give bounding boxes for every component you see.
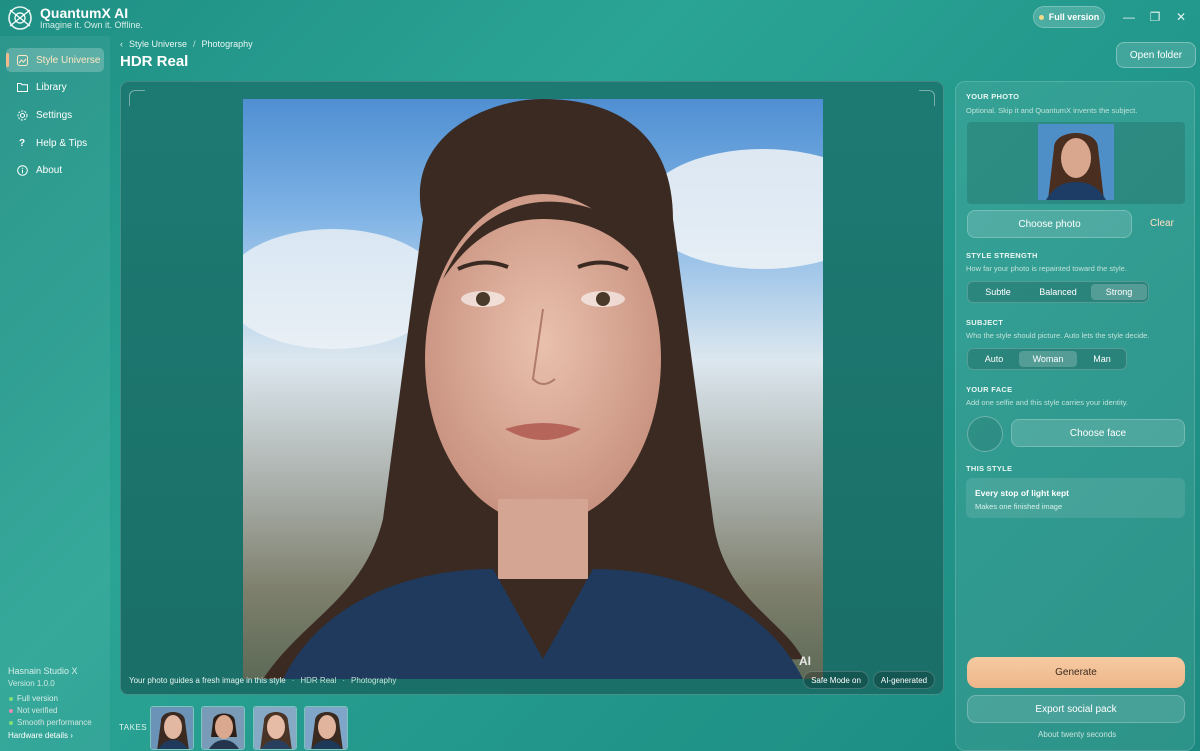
status-label: Not verified [17, 706, 58, 715]
restore-button[interactable]: ❐ [1144, 8, 1166, 26]
hardware-details-link[interactable]: Hardware details › [8, 731, 73, 740]
export-social-pack-button[interactable]: Export social pack [967, 695, 1185, 723]
canvas-caption: Your photo guides a fresh image in this … [129, 676, 396, 685]
status-dot-icon [9, 696, 13, 701]
style-strength-title: STYLE STRENGTH [966, 251, 1038, 260]
face-avatar-placeholder[interactable] [967, 416, 1003, 452]
style-card-title: Every stop of light kept [975, 488, 1069, 498]
caption-sep: · [342, 676, 346, 685]
app-tagline: Imagine it. Own it. Offline. [40, 20, 143, 30]
folder-icon [16, 81, 28, 93]
breadcrumb-back-icon[interactable]: ‹ [120, 39, 123, 49]
app-logo-icon [8, 6, 32, 30]
status-label: Full version [17, 694, 58, 703]
breadcrumb: ‹ Style Universe / Photography [120, 39, 253, 49]
sidebar-item-settings[interactable]: Settings [6, 103, 104, 127]
sidebar-item-about[interactable]: About [6, 158, 104, 182]
subject-option-auto[interactable]: Auto [971, 351, 1017, 367]
strength-option-strong[interactable]: Strong [1091, 284, 1147, 300]
sidebar-item-label: Style Universe [36, 54, 101, 66]
app-window: QuantumX AI Imagine it. Own it. Offline.… [0, 0, 1200, 751]
subject-segmented: Auto Woman Man [967, 348, 1127, 370]
sidebar-item-help[interactable]: ? Help & Tips [6, 131, 104, 155]
strength-option-balanced[interactable]: Balanced [1029, 284, 1087, 300]
subject-option-woman[interactable]: Woman [1019, 351, 1077, 367]
clear-photo-link[interactable]: Clear [1150, 218, 1174, 229]
your-face-title: YOUR FACE [966, 385, 1013, 394]
minimize-button[interactable]: — [1118, 8, 1140, 26]
info-icon [16, 164, 28, 176]
status-dot-icon [1038, 14, 1044, 20]
status-label: Smooth performance [17, 718, 92, 727]
style-card-subtitle: Makes one finished image [975, 502, 1063, 511]
title-bar: QuantumX AI Imagine it. Own it. Offline.… [0, 0, 1200, 36]
source-photo-thumbnail [1038, 124, 1114, 200]
caption-style: HDR Real [300, 676, 337, 685]
status-performance: Smooth performance [9, 718, 92, 727]
gear-icon [16, 109, 28, 121]
frame-corner [129, 90, 145, 106]
status-not-verified: Not verified [9, 706, 57, 715]
subject-option-man[interactable]: Man [1079, 351, 1125, 367]
breadcrumb-photography[interactable]: Photography [202, 39, 253, 49]
style-info-card [966, 478, 1185, 518]
breadcrumb-style-universe[interactable]: Style Universe [129, 39, 187, 49]
preview-canvas: AI Your photo guides a fresh image in th… [120, 81, 944, 695]
sidebar-item-label: Settings [36, 109, 73, 121]
style-strength-segmented: Subtle Balanced Strong [967, 281, 1149, 303]
take-thumbnail[interactable] [201, 706, 245, 750]
safe-mode-badge: Safe Mode on [803, 671, 869, 689]
subject-desc: Who the style should picture. Auto lets … [966, 331, 1150, 340]
subject-title: SUBJECT [966, 318, 1004, 327]
app-name: QuantumX AI [40, 5, 129, 21]
caption-sep: · [291, 676, 295, 685]
open-folder-button[interactable]: Open folder [1116, 42, 1196, 68]
status-dot-icon [9, 720, 13, 725]
status-dot-icon [9, 708, 13, 713]
style-strength-desc: How far your photo is repainted toward t… [966, 264, 1127, 273]
choose-face-button[interactable]: Choose face [1011, 419, 1185, 447]
full-version-pill[interactable]: Full version [1033, 6, 1105, 28]
question-icon: ? [18, 137, 26, 149]
takes-label: TAKES [119, 723, 148, 732]
sidebar-item-library[interactable]: Library [6, 75, 104, 99]
ai-watermark: AI [799, 654, 811, 668]
breadcrumb-separator: / [193, 39, 196, 49]
caption-text: Your photo guides a fresh image in this … [129, 676, 286, 685]
your-face-desc: Add one selfie and this style carries yo… [966, 398, 1129, 407]
generate-button[interactable]: Generate [967, 657, 1185, 688]
take-thumbnail[interactable] [304, 706, 348, 750]
generated-portrait-image [243, 99, 823, 679]
ai-generated-badge: AI-generated [873, 671, 935, 689]
take-thumbnail[interactable] [253, 706, 297, 750]
sidebar-item-style-universe[interactable]: Style Universe [6, 48, 104, 72]
choose-photo-button[interactable]: Choose photo [967, 210, 1132, 238]
studio-name: Hasnain Studio X [8, 666, 78, 676]
close-button[interactable]: ✕ [1170, 8, 1192, 26]
caption-category: Photography [351, 676, 397, 685]
sidebar-item-label: About [36, 164, 63, 176]
strength-option-subtle[interactable]: Subtle [971, 284, 1025, 300]
sidebar-item-label: Help & Tips [36, 137, 88, 149]
sidebar-item-label: Library [36, 81, 67, 93]
version-label: Version 1.0.0 [8, 679, 55, 688]
your-photo-desc: Optional. Skip it and QuantumX invents t… [966, 106, 1138, 115]
frame-corner [919, 90, 935, 106]
your-photo-title: YOUR PHOTO [966, 92, 1020, 101]
this-style-title: THIS STYLE [966, 464, 1013, 473]
full-version-label: Full version [1048, 12, 1100, 22]
style-universe-icon [16, 54, 28, 66]
page-title: HDR Real [120, 53, 189, 70]
status-full-version: Full version [9, 694, 58, 703]
take-thumbnail[interactable] [150, 706, 194, 750]
eta-label: About twenty seconds [1038, 730, 1117, 739]
